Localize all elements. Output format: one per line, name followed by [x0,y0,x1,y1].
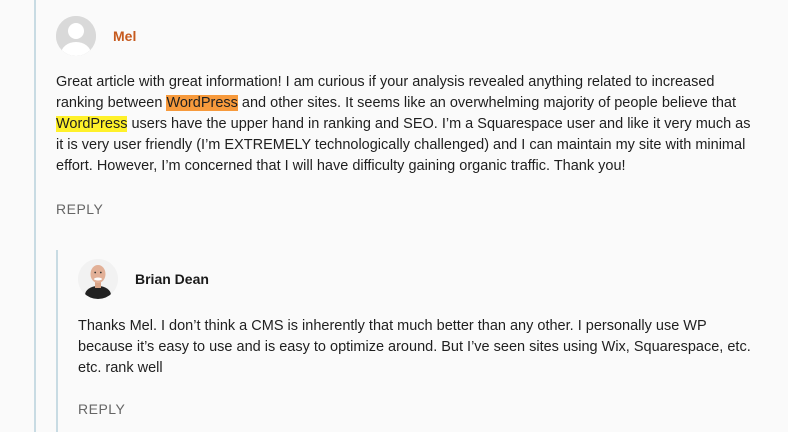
comment-text-part: and other sites. It seems like an overwh… [237,95,736,111]
default-user-icon [56,16,96,56]
author-photo [78,259,118,299]
reply-author-name[interactable]: Brian Dean [135,271,209,287]
reply-button[interactable]: REPLY [56,201,103,217]
comment-text: Great article with great information! I … [56,72,756,177]
child-comment: Brian Dean Thanks Mel. I don’t think a C… [56,250,776,432]
search-highlight-current: WordPress [166,95,238,111]
reply-text: Thanks Mel. I don’t think a CMS is inher… [78,318,751,376]
child-comment-header: Brian Dean [78,259,209,299]
comment-header: Mel [56,16,136,56]
reply-button[interactable]: REPLY [78,401,125,417]
comment-author-name[interactable]: Mel [113,28,136,44]
search-highlight: WordPress [56,116,128,132]
comment-thread: Mel Great article with great information… [34,0,788,432]
comment-text-part: users have the upper hand in ranking and… [56,116,751,174]
